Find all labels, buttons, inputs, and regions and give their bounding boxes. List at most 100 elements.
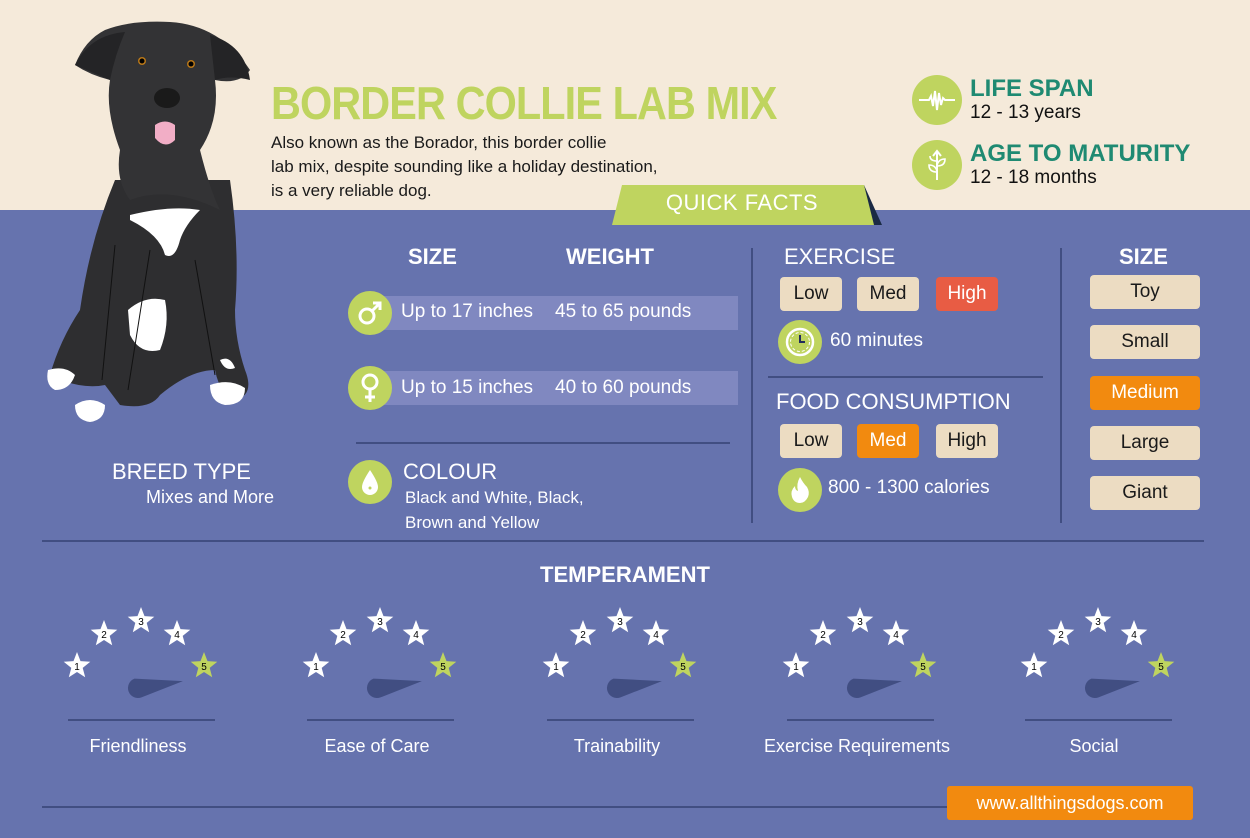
food-high: High [936, 424, 998, 458]
star-number: 4 [653, 630, 659, 641]
star-number: 1 [793, 662, 799, 673]
clock-icon [778, 320, 822, 364]
maturity-label: AGE TO MATURITY [970, 140, 1191, 167]
temperament-label: Social [1069, 736, 1119, 756]
maturity-stat: AGE TO MATURITY 12 - 18 months [912, 140, 1190, 190]
rating-star-2: 2 [90, 620, 118, 646]
dog-illustration [47, 21, 250, 422]
size-option-large: Large [1090, 426, 1200, 460]
food-low: Low [780, 424, 842, 458]
rating-star-5: 5 [1147, 652, 1175, 678]
temperament-header: TEMPERAMENT [540, 562, 710, 587]
star-number: 5 [201, 662, 207, 673]
star-number: 3 [617, 617, 623, 628]
breed-type-value: Mixes and More [146, 487, 275, 507]
temperament-label: Exercise Requirements [763, 736, 951, 756]
star-number: 2 [340, 630, 346, 641]
star-number: 2 [580, 630, 586, 641]
star-number: 4 [893, 630, 899, 641]
rating-star-3: 3 [846, 607, 874, 633]
rating-star-4: 4 [163, 620, 191, 646]
rating-star-4: 4 [642, 620, 670, 646]
rating-star-5: 5 [909, 652, 937, 678]
star-number: 1 [553, 662, 559, 673]
life-span-stat: LIFE SPAN 12 - 13 years [912, 75, 1094, 125]
star-number: 5 [1158, 662, 1164, 673]
exercise-value: 60 minutes [830, 330, 923, 351]
female-weight: 40 to 60 pounds [555, 377, 692, 398]
flame-icon [778, 468, 822, 512]
gauge-needle [846, 678, 902, 699]
size-option-giant: Giant [1090, 476, 1200, 510]
temperament-label: Trainability [573, 736, 661, 756]
rating-star-2: 2 [809, 620, 837, 646]
rating-star-3: 3 [366, 607, 394, 633]
size-option-toy: Toy [1090, 275, 1200, 309]
divider [768, 376, 1043, 378]
star-number: 1 [1031, 662, 1037, 673]
rating-star-3: 3 [1084, 607, 1112, 633]
weight-header: WEIGHT [566, 244, 654, 269]
female-icon [348, 366, 392, 410]
temperament-gauge: 1 2 3 4 5 [1020, 607, 1175, 721]
star-number: 5 [680, 662, 686, 673]
rating-star-4: 4 [882, 620, 910, 646]
quick-facts-label: QUICK FACTS [665, 190, 819, 215]
temperament-gauge: 1 2 3 4 5 [302, 607, 457, 721]
temperament-gauge: 1 2 3 4 5 [782, 607, 937, 721]
rating-star-3: 3 [127, 607, 155, 633]
star-number: 3 [857, 617, 863, 628]
colour-header: COLOUR [403, 459, 498, 484]
star-number: 4 [1131, 630, 1137, 641]
rating-star-4: 4 [1120, 620, 1148, 646]
male-size: Up to 17 inches [401, 301, 534, 322]
star-number: 2 [820, 630, 826, 641]
gauge-needle [366, 678, 422, 699]
maturity-value: 12 - 18 months [970, 167, 1097, 188]
temperament-label: Ease of Care [324, 736, 430, 756]
size-header: SIZE [408, 244, 457, 269]
size-scale-header: SIZE [1119, 244, 1168, 269]
page-title: BORDER COLLIE LAB MIX [271, 77, 777, 129]
rating-star-2: 2 [329, 620, 357, 646]
rating-star-1: 1 [542, 652, 570, 678]
website-link[interactable]: www.allthingsdogs.com [947, 786, 1193, 820]
rating-star-4: 4 [402, 620, 430, 646]
male-icon [348, 291, 392, 335]
divider [42, 806, 947, 808]
food-value: 800 - 1300 calories [828, 477, 990, 498]
divider [356, 442, 730, 444]
rating-star-3: 3 [606, 607, 634, 633]
gauge-needle [1084, 678, 1140, 699]
rating-star-5: 5 [429, 652, 457, 678]
exercise-header: EXERCISE [784, 244, 896, 269]
star-number: 3 [1095, 617, 1101, 628]
rating-star-2: 2 [1047, 620, 1075, 646]
rating-star-1: 1 [302, 652, 330, 678]
separator [1060, 248, 1062, 523]
star-number: 5 [920, 662, 926, 673]
breed-type-header: BREED TYPE [112, 459, 251, 484]
female-size: Up to 15 inches [401, 377, 534, 398]
temperament-label: Friendliness [89, 736, 187, 756]
exercise-low: Low [780, 277, 842, 311]
droplet-icon [348, 460, 392, 504]
star-number: 3 [138, 617, 144, 628]
colour-values: Black and White, Black, Brown and Yellow [405, 488, 584, 532]
size-option-medium-selected: Medium [1090, 376, 1200, 410]
exercise-med: Med [857, 277, 919, 311]
sprout-icon [912, 140, 962, 190]
star-number: 1 [74, 662, 80, 673]
star-number: 5 [440, 662, 446, 673]
star-number: 3 [377, 617, 383, 628]
gauge-needle [127, 678, 183, 699]
food-header: FOOD CONSUMPTION [776, 389, 1011, 414]
rating-star-1: 1 [63, 652, 91, 678]
exercise-high-selected: High [936, 277, 998, 311]
star-number: 2 [1058, 630, 1064, 641]
rating-star-5: 5 [669, 652, 697, 678]
divider [42, 540, 1204, 542]
rating-star-1: 1 [782, 652, 810, 678]
star-number: 4 [174, 630, 180, 641]
star-number: 2 [101, 630, 107, 641]
